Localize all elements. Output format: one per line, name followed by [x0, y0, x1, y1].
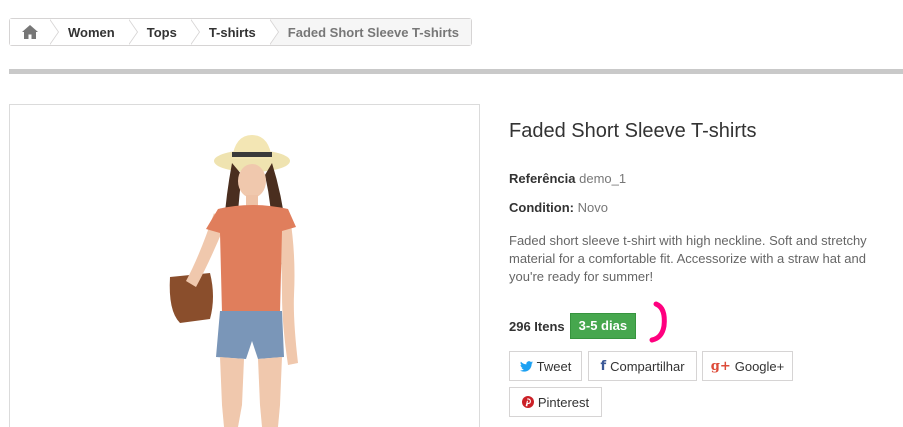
product-reference: Referência demo_1 — [509, 171, 626, 186]
share-label: Compartilhar — [610, 358, 685, 374]
breadcrumb-item-tshirts[interactable]: T-shirts — [190, 19, 279, 45]
breadcrumb-item-current: Faded Short Sleeve T-shirts — [269, 19, 471, 45]
google-plus-icon: g+ — [710, 358, 731, 374]
home-icon — [22, 25, 38, 39]
product-condition: Condition: Novo — [509, 200, 608, 215]
breadcrumb-label: Tops — [146, 24, 177, 40]
google-plus-button[interactable]: g+ Google+ — [702, 351, 793, 381]
twitter-icon — [519, 360, 533, 372]
condition-value: Novo — [577, 200, 608, 215]
product-image[interactable] — [9, 104, 480, 427]
breadcrumb-item-women[interactable]: Women — [50, 19, 138, 45]
tweet-label: Tweet — [536, 358, 572, 374]
breadcrumb-home[interactable] — [10, 19, 59, 45]
reference-value: demo_1 — [579, 171, 627, 186]
stock-info: 296 Itens 3-5 dias — [509, 313, 637, 339]
divider — [9, 69, 903, 74]
product-title: Faded Short Sleeve T-shirts — [509, 120, 757, 142]
breadcrumb-label: Women — [68, 24, 115, 40]
reference-label: Referência — [509, 171, 576, 186]
quantity-available: 296 Itens — [509, 318, 565, 334]
product-description: Faded short sleeve t-shirt with high nec… — [509, 233, 867, 284]
breadcrumb-label: Faded Short Sleeve T-shirts — [287, 24, 459, 40]
tweet-button[interactable]: Tweet — [509, 351, 582, 381]
pinterest-button[interactable]: Pinterest — [509, 387, 602, 417]
pinterest-label: Pinterest — [537, 394, 590, 410]
pinterest-icon — [521, 396, 534, 408]
annotation-mark — [649, 301, 667, 343]
facebook-icon: f — [600, 358, 607, 374]
availability-badge: 3-5 dias — [569, 313, 637, 339]
breadcrumb-item-tops[interactable]: Tops — [128, 19, 200, 45]
breadcrumb: Women Tops T-shirts Faded Short Sleeve T… — [9, 18, 472, 46]
breadcrumb-label: T-shirts — [208, 24, 256, 40]
google-plus-label: Google+ — [734, 358, 785, 374]
share-button[interactable]: f Compartilhar — [588, 351, 697, 381]
product-photo — [169, 135, 298, 427]
condition-label: Condition: — [509, 200, 574, 215]
